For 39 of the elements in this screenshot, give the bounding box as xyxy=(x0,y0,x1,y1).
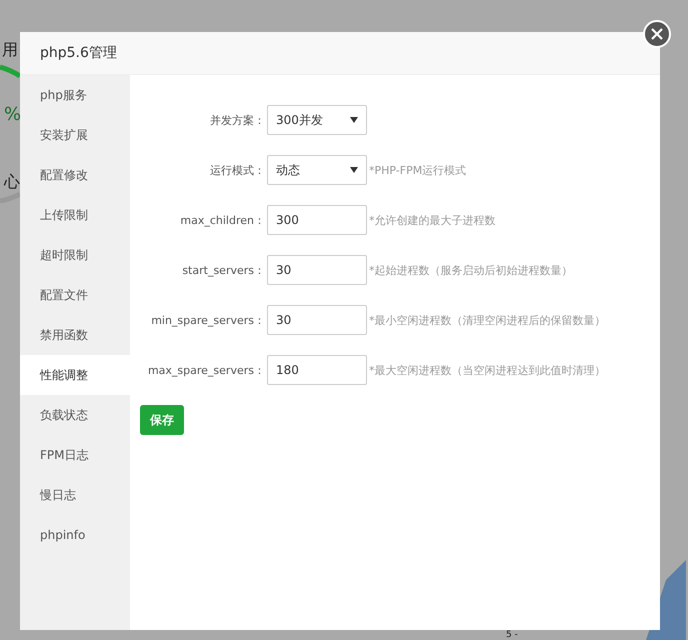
caret-icon xyxy=(350,117,358,123)
field-hint: *最小空闲进程数（清理空闲进程后的保留数量） xyxy=(369,312,606,328)
sidebar-item[interactable]: 安装扩展 xyxy=(20,115,130,155)
field-hint: *允许创建的最大子进程数 xyxy=(369,212,496,228)
sidebar-item[interactable]: php服务 xyxy=(20,75,130,115)
field-hint: *最大空闲进程数（当空闲进程达到此值时清理） xyxy=(369,362,606,378)
sidebar-item[interactable]: 超时限制 xyxy=(20,235,130,275)
sidebar-item[interactable]: FPM日志 xyxy=(20,435,130,475)
field-label: max_children： xyxy=(179,212,265,228)
field-label: min_spare_servers： xyxy=(150,312,265,328)
field-hint: *PHP-FPM运行模式 xyxy=(369,162,466,178)
dialog-title: php5.6管理 xyxy=(40,44,117,62)
input-field[interactable]: 30 xyxy=(267,255,367,285)
select-field[interactable]: 动态 xyxy=(267,155,367,185)
select-field[interactable]: 300并发 xyxy=(267,105,367,135)
input-field[interactable]: 180 xyxy=(267,355,367,385)
field-label: 运行模式： xyxy=(209,162,265,178)
field-label: 并发方案： xyxy=(209,112,265,128)
background-text: 5 - xyxy=(506,630,518,640)
sidebar-item[interactable]: 禁用函数 xyxy=(20,315,130,355)
sidebar-item[interactable]: 上传限制 xyxy=(20,195,130,235)
field-label: start_servers： xyxy=(181,262,265,278)
input-field[interactable]: 300 xyxy=(267,205,367,235)
gauge-arc-drawing xyxy=(0,64,22,78)
field-label: max_spare_servers： xyxy=(146,362,265,378)
sidebar-item[interactable]: 配置文件 xyxy=(20,275,130,315)
background-text: 心 xyxy=(4,172,20,193)
sidebar-item[interactable]: 负载状态 xyxy=(20,395,130,435)
background-text: % xyxy=(4,104,22,125)
sidebar-item[interactable]: phpinfo xyxy=(20,515,130,555)
sidebar-item[interactable]: 性能调整 xyxy=(20,355,130,395)
sidebar-item[interactable]: 配置修改 xyxy=(20,155,130,195)
sidebar-item[interactable]: 慢日志 xyxy=(20,475,130,515)
field-hint: *起始进程数（服务启动后初始进程数量） xyxy=(369,262,572,278)
gauge-arc-drawing xyxy=(0,192,22,204)
caret-icon xyxy=(350,167,358,173)
input-field[interactable]: 30 xyxy=(267,305,367,335)
background-text: 用 xyxy=(2,40,18,61)
close-icon xyxy=(651,28,663,40)
